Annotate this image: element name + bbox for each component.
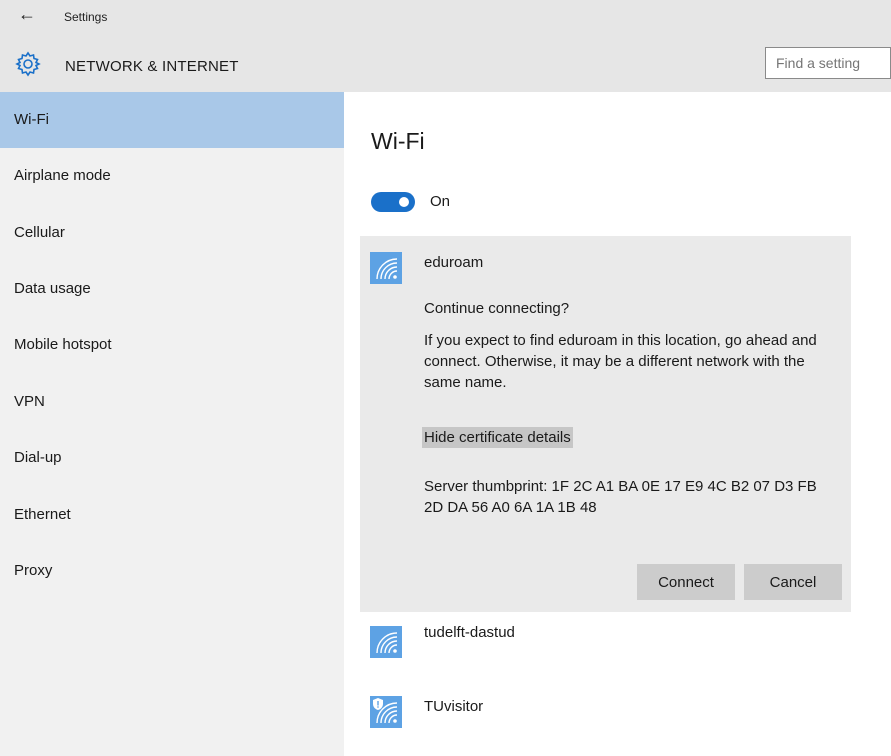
sidebar-item-dial-up[interactable]: Dial-up <box>0 430 344 486</box>
sidebar-item-label: Data usage <box>14 280 91 297</box>
sidebar-item-label: Mobile hotspot <box>14 336 112 353</box>
sidebar-item-ethernet[interactable]: Ethernet <box>0 487 344 543</box>
hide-certificate-link[interactable]: Hide certificate details <box>422 427 573 448</box>
network-name: tudelft-dastud <box>424 624 515 641</box>
title-bar: ← Settings <box>0 0 891 36</box>
sidebar-item-data-usage[interactable]: Data usage <box>0 261 344 317</box>
sidebar-item-label: Ethernet <box>14 506 71 523</box>
sidebar-item-cellular[interactable]: Cellular <box>0 205 344 261</box>
sidebar-item-label: Airplane mode <box>14 167 111 184</box>
sidebar-item-wifi[interactable]: Wi-Fi <box>0 92 344 148</box>
network-item-tuvisitor[interactable]: TUvisitor <box>360 684 851 756</box>
gear-icon <box>15 51 41 77</box>
server-thumbprint: Server thumbprint: 1F 2C A1 BA 0E 17 E9 … <box>424 478 817 516</box>
toggle-knob <box>399 197 409 207</box>
window-title: Settings <box>64 10 108 24</box>
wifi-signal-icon <box>370 252 402 284</box>
back-arrow-icon[interactable]: ← <box>18 4 36 25</box>
search-input[interactable] <box>765 47 891 79</box>
sidebar-item-label: Wi-Fi <box>14 111 49 128</box>
wifi-signal-icon <box>370 626 402 658</box>
sidebar-item-label: Cellular <box>14 224 65 241</box>
shield-icon <box>373 698 383 710</box>
toggle-state-label: On <box>430 193 451 210</box>
sidebar-item-airplane-mode[interactable]: Airplane mode <box>0 148 344 204</box>
connect-button[interactable]: Connect <box>637 564 735 600</box>
sidebar: Wi-Fi Airplane mode Cellular Data usage … <box>0 92 344 756</box>
network-name: TUvisitor <box>424 698 484 715</box>
page-header: NETWORK & INTERNET <box>0 36 891 92</box>
wifi-toggle[interactable] <box>371 192 415 212</box>
network-item-eduroam[interactable]: eduroam Continue connecting? If you expe… <box>360 236 851 612</box>
sidebar-item-label: VPN <box>14 393 45 410</box>
network-explanation: If you expect to find eduroam in this lo… <box>424 332 817 391</box>
sidebar-item-label: Proxy <box>14 562 53 579</box>
page-title: Wi-Fi <box>371 128 425 154</box>
section-title: NETWORK & INTERNET <box>65 58 239 75</box>
network-name: eduroam <box>424 254 484 271</box>
network-item-tudelft-dastud[interactable]: tudelft-dastud <box>360 612 851 684</box>
cancel-button[interactable]: Cancel <box>744 564 842 600</box>
main-content: Wi-Fi On eduroam Continue connecting? If… <box>344 92 891 756</box>
sidebar-item-proxy[interactable]: Proxy <box>0 543 344 599</box>
sidebar-item-vpn[interactable]: VPN <box>0 374 344 430</box>
sidebar-item-mobile-hotspot[interactable]: Mobile hotspot <box>0 317 344 373</box>
sidebar-item-label: Dial-up <box>14 449 62 466</box>
continue-prompt: Continue connecting? <box>424 300 570 317</box>
wifi-signal-icon <box>370 696 402 728</box>
